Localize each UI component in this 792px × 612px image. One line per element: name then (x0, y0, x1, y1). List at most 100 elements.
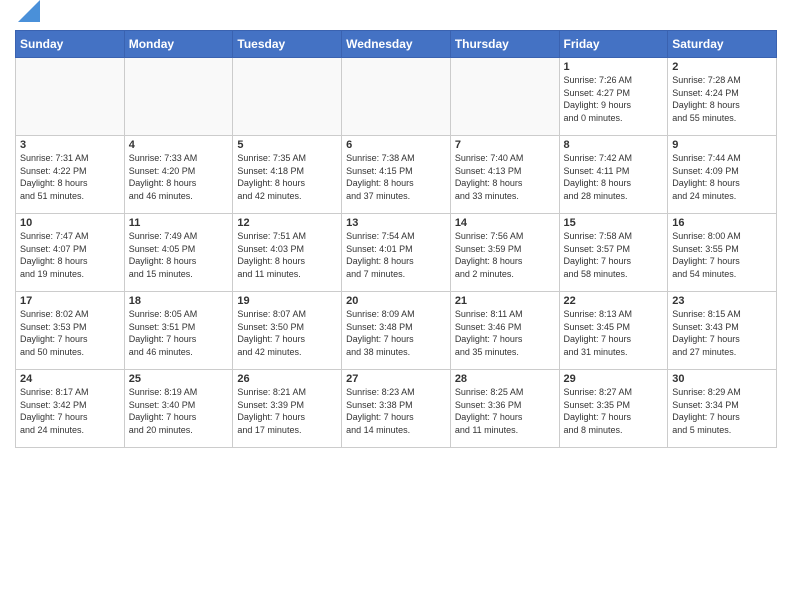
day-number: 29 (564, 373, 664, 385)
day-number: 3 (20, 139, 120, 151)
calendar-cell (16, 58, 125, 136)
day-number: 23 (672, 295, 772, 307)
day-number: 2 (672, 61, 772, 73)
day-info: Sunrise: 7:47 AM Sunset: 4:07 PM Dayligh… (20, 230, 120, 280)
day-number: 20 (346, 295, 446, 307)
day-number: 15 (564, 217, 664, 229)
calendar-cell: 24Sunrise: 8:17 AM Sunset: 3:42 PM Dayli… (16, 370, 125, 448)
calendar-header-thursday: Thursday (450, 31, 559, 58)
calendar-cell: 11Sunrise: 7:49 AM Sunset: 4:05 PM Dayli… (124, 214, 233, 292)
calendar-cell (342, 58, 451, 136)
calendar-cell: 1Sunrise: 7:26 AM Sunset: 4:27 PM Daylig… (559, 58, 668, 136)
day-number: 10 (20, 217, 120, 229)
day-number: 17 (20, 295, 120, 307)
calendar-cell: 30Sunrise: 8:29 AM Sunset: 3:34 PM Dayli… (668, 370, 777, 448)
calendar-cell: 2Sunrise: 7:28 AM Sunset: 4:24 PM Daylig… (668, 58, 777, 136)
calendar-week-1: 3Sunrise: 7:31 AM Sunset: 4:22 PM Daylig… (16, 136, 777, 214)
calendar-header-row: SundayMondayTuesdayWednesdayThursdayFrid… (16, 31, 777, 58)
day-info: Sunrise: 7:51 AM Sunset: 4:03 PM Dayligh… (237, 230, 337, 280)
calendar-header-sunday: Sunday (16, 31, 125, 58)
day-info: Sunrise: 8:07 AM Sunset: 3:50 PM Dayligh… (237, 308, 337, 358)
calendar-header-monday: Monday (124, 31, 233, 58)
calendar-cell: 16Sunrise: 8:00 AM Sunset: 3:55 PM Dayli… (668, 214, 777, 292)
calendar-header-tuesday: Tuesday (233, 31, 342, 58)
day-info: Sunrise: 7:44 AM Sunset: 4:09 PM Dayligh… (672, 152, 772, 202)
day-info: Sunrise: 8:21 AM Sunset: 3:39 PM Dayligh… (237, 386, 337, 436)
day-info: Sunrise: 7:58 AM Sunset: 3:57 PM Dayligh… (564, 230, 664, 280)
page-container: SundayMondayTuesdayWednesdayThursdayFrid… (0, 0, 792, 612)
calendar-header-wednesday: Wednesday (342, 31, 451, 58)
calendar-cell: 18Sunrise: 8:05 AM Sunset: 3:51 PM Dayli… (124, 292, 233, 370)
day-number: 19 (237, 295, 337, 307)
calendar-cell: 21Sunrise: 8:11 AM Sunset: 3:46 PM Dayli… (450, 292, 559, 370)
calendar-cell: 7Sunrise: 7:40 AM Sunset: 4:13 PM Daylig… (450, 136, 559, 214)
calendar-cell: 3Sunrise: 7:31 AM Sunset: 4:22 PM Daylig… (16, 136, 125, 214)
day-number: 26 (237, 373, 337, 385)
day-number: 22 (564, 295, 664, 307)
day-number: 28 (455, 373, 555, 385)
day-info: Sunrise: 8:27 AM Sunset: 3:35 PM Dayligh… (564, 386, 664, 436)
day-number: 25 (129, 373, 229, 385)
day-info: Sunrise: 8:00 AM Sunset: 3:55 PM Dayligh… (672, 230, 772, 280)
calendar-cell: 23Sunrise: 8:15 AM Sunset: 3:43 PM Dayli… (668, 292, 777, 370)
day-number: 14 (455, 217, 555, 229)
day-number: 27 (346, 373, 446, 385)
calendar-cell: 9Sunrise: 7:44 AM Sunset: 4:09 PM Daylig… (668, 136, 777, 214)
calendar-cell: 6Sunrise: 7:38 AM Sunset: 4:15 PM Daylig… (342, 136, 451, 214)
logo (15, 10, 40, 22)
calendar-cell: 12Sunrise: 7:51 AM Sunset: 4:03 PM Dayli… (233, 214, 342, 292)
day-info: Sunrise: 8:02 AM Sunset: 3:53 PM Dayligh… (20, 308, 120, 358)
calendar-cell (450, 58, 559, 136)
day-info: Sunrise: 8:11 AM Sunset: 3:46 PM Dayligh… (455, 308, 555, 358)
day-info: Sunrise: 8:15 AM Sunset: 3:43 PM Dayligh… (672, 308, 772, 358)
calendar-header-saturday: Saturday (668, 31, 777, 58)
calendar-cell (233, 58, 342, 136)
day-number: 24 (20, 373, 120, 385)
day-number: 9 (672, 139, 772, 151)
day-number: 16 (672, 217, 772, 229)
day-info: Sunrise: 8:05 AM Sunset: 3:51 PM Dayligh… (129, 308, 229, 358)
calendar-cell: 14Sunrise: 7:56 AM Sunset: 3:59 PM Dayli… (450, 214, 559, 292)
day-info: Sunrise: 7:28 AM Sunset: 4:24 PM Dayligh… (672, 74, 772, 124)
calendar-header-friday: Friday (559, 31, 668, 58)
calendar-cell: 13Sunrise: 7:54 AM Sunset: 4:01 PM Dayli… (342, 214, 451, 292)
calendar-cell: 5Sunrise: 7:35 AM Sunset: 4:18 PM Daylig… (233, 136, 342, 214)
day-info: Sunrise: 8:17 AM Sunset: 3:42 PM Dayligh… (20, 386, 120, 436)
day-number: 30 (672, 373, 772, 385)
calendar-cell: 20Sunrise: 8:09 AM Sunset: 3:48 PM Dayli… (342, 292, 451, 370)
day-info: Sunrise: 7:38 AM Sunset: 4:15 PM Dayligh… (346, 152, 446, 202)
calendar-cell: 25Sunrise: 8:19 AM Sunset: 3:40 PM Dayli… (124, 370, 233, 448)
calendar-week-0: 1Sunrise: 7:26 AM Sunset: 4:27 PM Daylig… (16, 58, 777, 136)
day-info: Sunrise: 7:56 AM Sunset: 3:59 PM Dayligh… (455, 230, 555, 280)
day-info: Sunrise: 8:13 AM Sunset: 3:45 PM Dayligh… (564, 308, 664, 358)
day-number: 11 (129, 217, 229, 229)
calendar-week-2: 10Sunrise: 7:47 AM Sunset: 4:07 PM Dayli… (16, 214, 777, 292)
calendar-cell: 27Sunrise: 8:23 AM Sunset: 3:38 PM Dayli… (342, 370, 451, 448)
day-number: 18 (129, 295, 229, 307)
calendar-cell: 4Sunrise: 7:33 AM Sunset: 4:20 PM Daylig… (124, 136, 233, 214)
day-info: Sunrise: 8:29 AM Sunset: 3:34 PM Dayligh… (672, 386, 772, 436)
day-number: 12 (237, 217, 337, 229)
calendar-cell: 29Sunrise: 8:27 AM Sunset: 3:35 PM Dayli… (559, 370, 668, 448)
day-number: 5 (237, 139, 337, 151)
day-number: 1 (564, 61, 664, 73)
day-info: Sunrise: 7:35 AM Sunset: 4:18 PM Dayligh… (237, 152, 337, 202)
day-info: Sunrise: 7:31 AM Sunset: 4:22 PM Dayligh… (20, 152, 120, 202)
day-info: Sunrise: 8:23 AM Sunset: 3:38 PM Dayligh… (346, 386, 446, 436)
calendar-cell: 28Sunrise: 8:25 AM Sunset: 3:36 PM Dayli… (450, 370, 559, 448)
calendar-cell: 26Sunrise: 8:21 AM Sunset: 3:39 PM Dayli… (233, 370, 342, 448)
calendar-cell: 8Sunrise: 7:42 AM Sunset: 4:11 PM Daylig… (559, 136, 668, 214)
calendar-cell: 19Sunrise: 8:07 AM Sunset: 3:50 PM Dayli… (233, 292, 342, 370)
logo-icon (18, 0, 40, 22)
calendar-cell: 10Sunrise: 7:47 AM Sunset: 4:07 PM Dayli… (16, 214, 125, 292)
day-info: Sunrise: 7:42 AM Sunset: 4:11 PM Dayligh… (564, 152, 664, 202)
calendar-cell: 17Sunrise: 8:02 AM Sunset: 3:53 PM Dayli… (16, 292, 125, 370)
day-number: 6 (346, 139, 446, 151)
day-number: 4 (129, 139, 229, 151)
calendar-week-3: 17Sunrise: 8:02 AM Sunset: 3:53 PM Dayli… (16, 292, 777, 370)
calendar: SundayMondayTuesdayWednesdayThursdayFrid… (15, 30, 777, 448)
day-info: Sunrise: 8:25 AM Sunset: 3:36 PM Dayligh… (455, 386, 555, 436)
calendar-cell: 15Sunrise: 7:58 AM Sunset: 3:57 PM Dayli… (559, 214, 668, 292)
day-number: 21 (455, 295, 555, 307)
day-number: 7 (455, 139, 555, 151)
